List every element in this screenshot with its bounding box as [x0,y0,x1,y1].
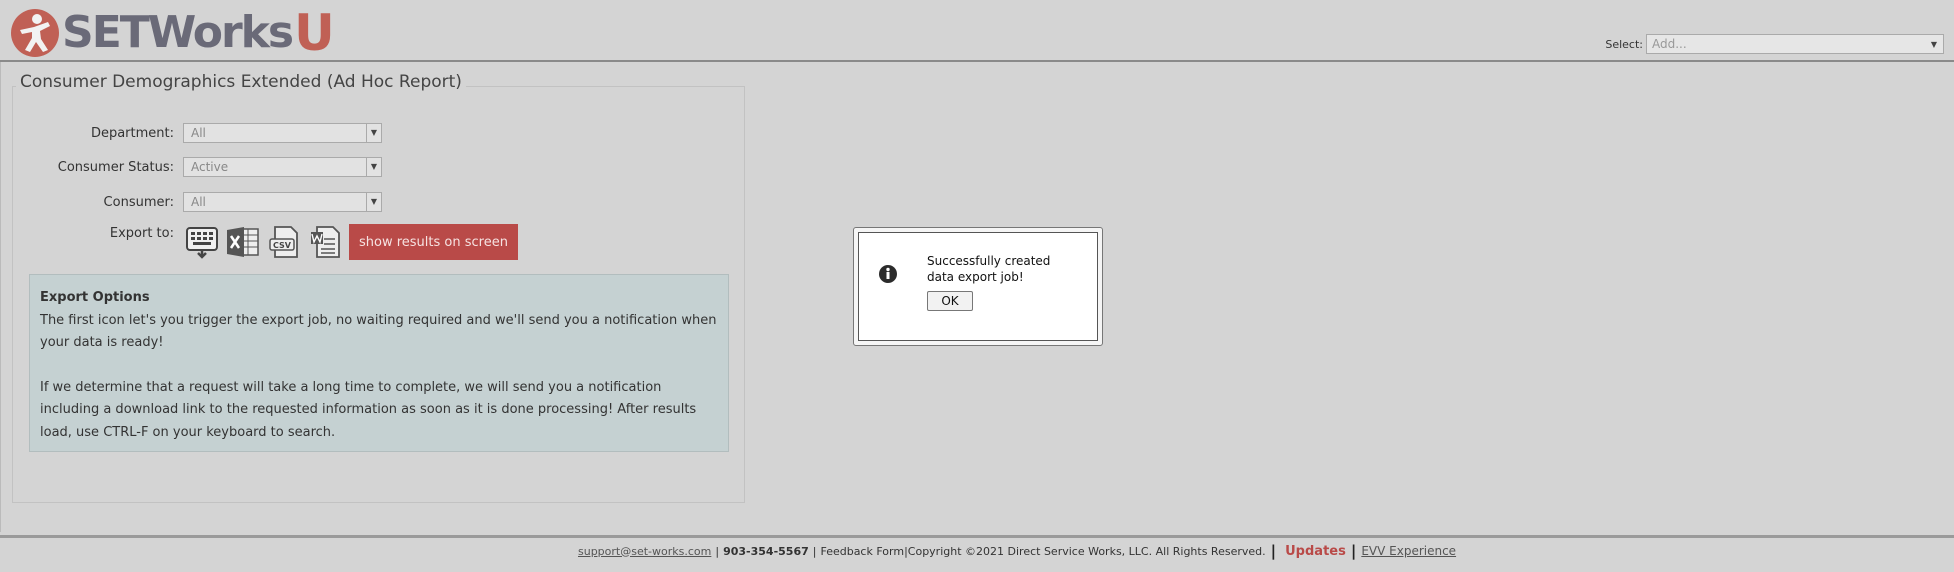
logo-u-mark: U [294,4,335,62]
consumer-status-value: Active [191,160,229,174]
word-icon[interactable] [306,224,344,260]
consumer-status-select[interactable]: Active ▼ [183,157,382,177]
export-options-box: Export Options The first icon let's you … [29,274,729,452]
copyright-text: Copyright ©2021 Direct Service Works, LL… [907,544,1266,558]
export-job-icon[interactable] [183,224,221,260]
consumer-row: Consumer: All ▼ [13,192,382,212]
consumer-value: All [191,195,206,209]
add-select-group: Select: Add... ▼ [1605,34,1944,54]
footer-separator: | [812,544,817,558]
add-select-dropdown[interactable]: Add... ▼ [1646,34,1944,54]
export-options-title: Export Options [40,290,150,305]
csv-icon[interactable]: CSV [265,224,303,260]
footer-separator: | [1350,542,1357,560]
logo-wordmark: SETWorks [62,7,294,58]
footer-links: support@set-works.com | 903-354-5567 | F… [578,542,1456,560]
consumer-status-row: Consumer Status: Active ▼ [13,157,382,177]
chevron-down-icon[interactable]: ▼ [366,193,381,211]
app-header: SETWorks U Select: Add... ▼ [0,0,1954,62]
info-icon [879,265,897,283]
dialog-message: Successfully created data export job! [927,254,1051,284]
show-results-button[interactable]: show results on screen [349,224,518,260]
app-footer: support@set-works.com | 903-354-5567 | F… [0,535,1954,572]
chevron-down-icon[interactable]: ▼ [366,158,381,176]
export-icons: CSV show results on screen [183,224,518,260]
footer-separator: | [715,544,720,558]
export-options-para2: If we determine that a request will take… [40,379,697,440]
excel-icon[interactable] [224,224,262,260]
feedback-form-link[interactable]: Feedback Form [820,545,904,558]
department-select[interactable]: All ▼ [183,123,382,143]
export-options-para1: The first icon let's you trigger the exp… [40,312,717,351]
dialog-body: Successfully created data export job! OK [858,232,1098,341]
chevron-down-icon: ▼ [1930,40,1937,49]
svg-text:CSV: CSV [273,241,292,250]
report-fieldset: Department: All ▼ Consumer Status: Activ… [12,86,745,503]
select-placeholder: Add... [1652,37,1687,51]
chevron-down-icon[interactable]: ▼ [366,124,381,142]
setworks-logo[interactable]: SETWorks U [10,8,335,58]
department-label: Department: [90,125,174,141]
support-email-link[interactable]: support@set-works.com [578,545,711,558]
support-phone: 903-354-5567 [723,544,809,558]
department-value: All [191,126,206,140]
consumer-status-label: Consumer Status: [57,159,174,175]
consumer-label: Consumer: [103,194,174,210]
ok-button[interactable]: OK [927,291,973,311]
footer-separator: | [1270,542,1277,560]
consumer-select[interactable]: All ▼ [183,192,382,212]
person-logo-icon [11,9,59,57]
left-divider [0,62,1,532]
export-label: Export to: [109,226,174,241]
export-row: Export to: CSV show results on screen [13,224,518,260]
updates-link[interactable]: Updates [1285,544,1346,559]
department-row: Department: All ▼ [13,123,382,143]
success-dialog: Successfully created data export job! OK [853,227,1103,346]
report-title: Consumer Demographics Extended (Ad Hoc R… [16,72,466,92]
evv-experience-link[interactable]: EVV Experience [1361,544,1456,558]
select-label: Select: [1605,37,1643,51]
